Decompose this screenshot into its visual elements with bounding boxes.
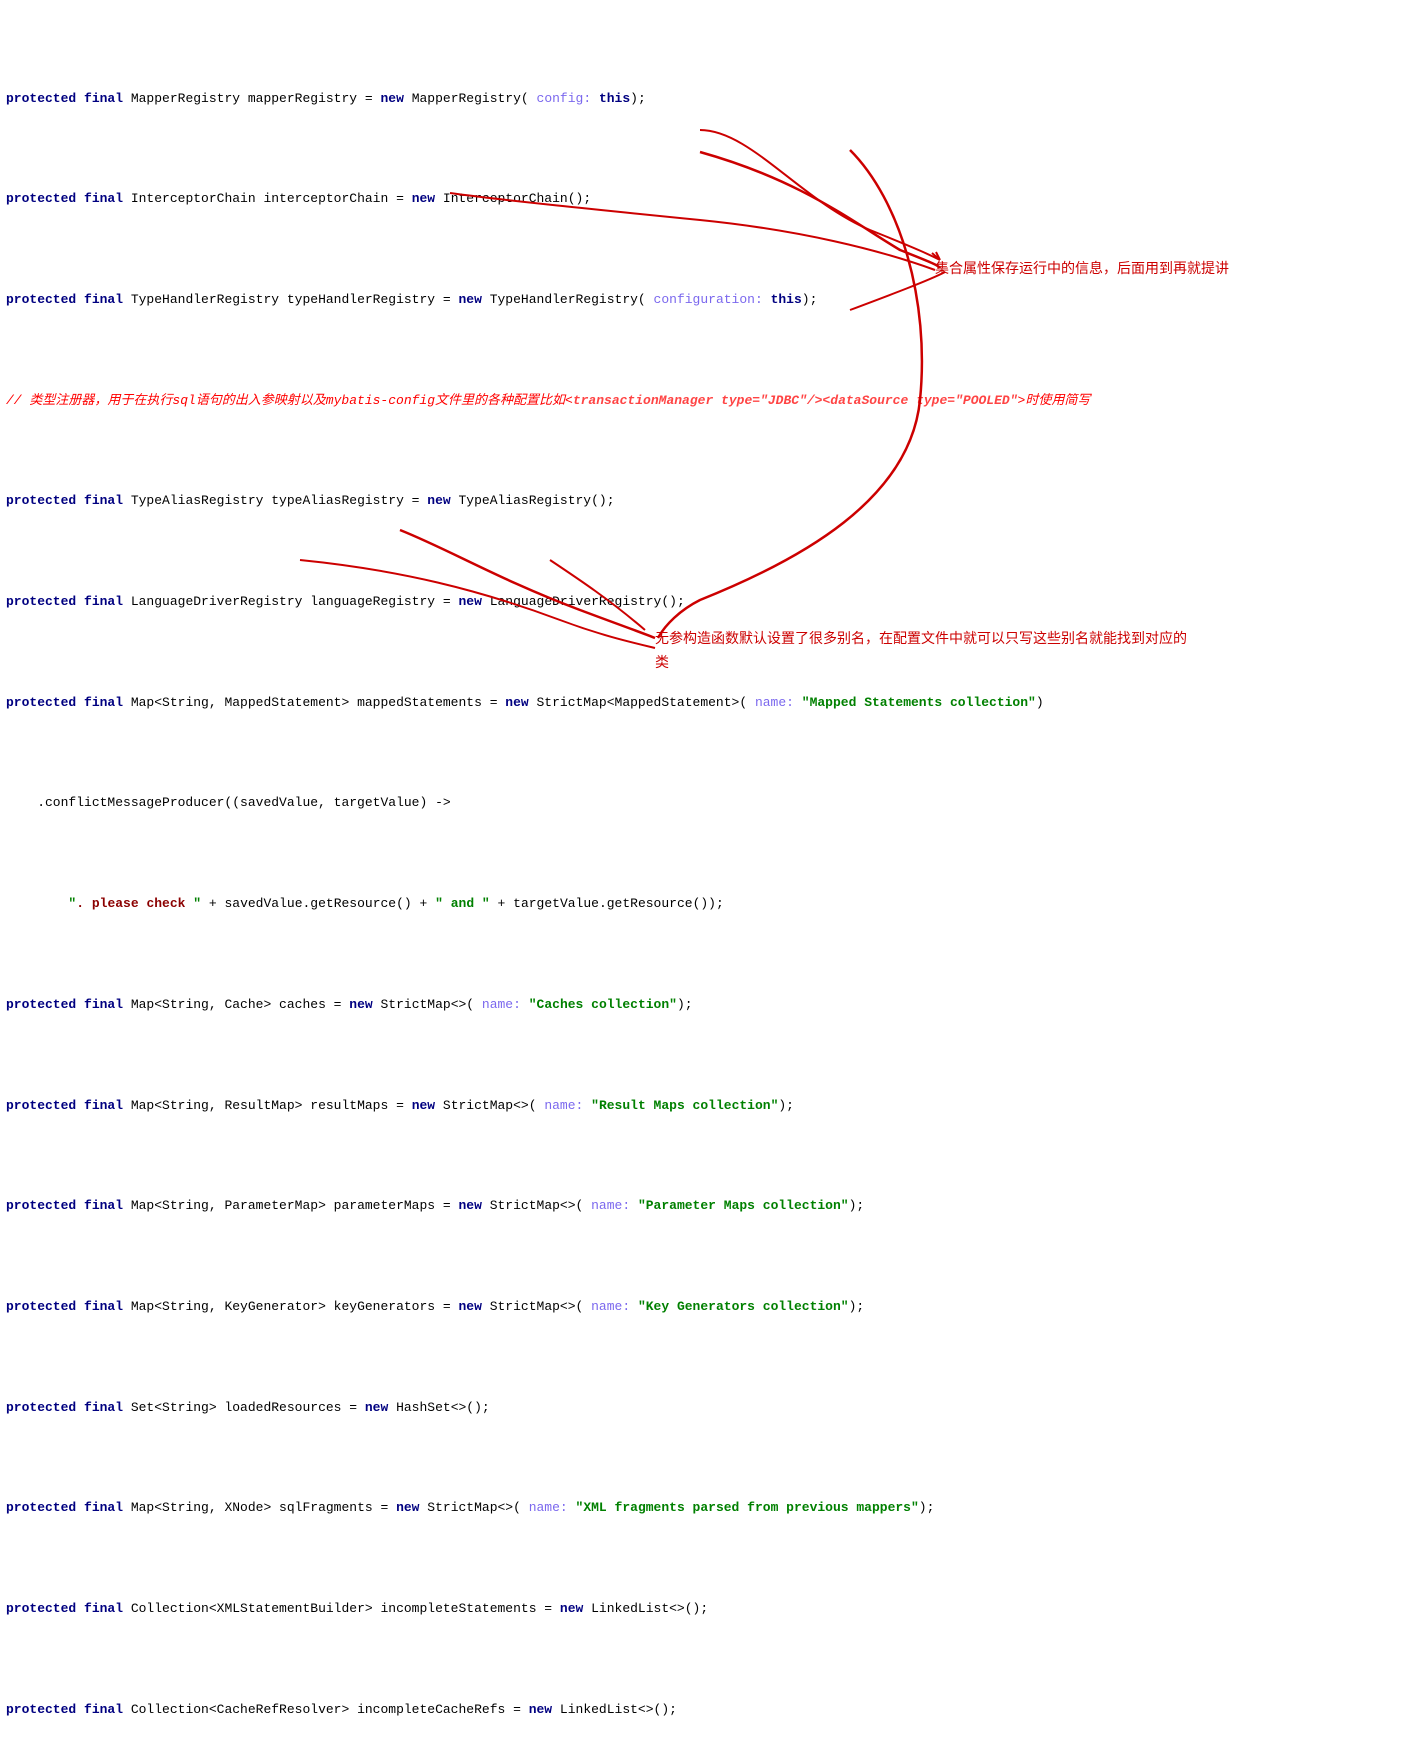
code-line-3: protected final TypeHandlerRegistry type… (4, 290, 1404, 310)
annotation-collections: 集合属性保存运行中的信息，后面用到再就提讲 (935, 258, 1229, 280)
code-line-17: protected final Collection<CacheRefResol… (4, 1700, 1404, 1720)
annotation-no-arg-constructor: 无参构造函数默认设置了很多别名，在配置文件中就可以只写这些别名就能找到对应的 (655, 628, 1187, 650)
code-line-1: protected final MapperRegistry mapperReg… (4, 89, 1404, 109)
annotation-no-arg-constructor-2: 类 (655, 652, 669, 674)
code-line-15: protected final Map<String, XNode> sqlFr… (4, 1498, 1404, 1518)
code-line-5: protected final TypeAliasRegistry typeAl… (4, 491, 1404, 511)
code-container: protected final MapperRegistry mapperReg… (0, 0, 1404, 1738)
code-line-9: ". please check " + savedValue.getResour… (4, 894, 1404, 914)
code-line-8: .conflictMessageProducer((savedValue, ta… (4, 793, 1404, 813)
code-line-7: protected final Map<String, MappedStatem… (4, 693, 1404, 713)
code-line-16: protected final Collection<XMLStatementB… (4, 1599, 1404, 1619)
code-line-12: protected final Map<String, ParameterMap… (4, 1196, 1404, 1216)
annotation-arrows (0, 0, 1404, 1738)
code-line-14: protected final Set<String> loadedResour… (4, 1398, 1404, 1418)
code-line-2: protected final InterceptorChain interce… (4, 189, 1404, 209)
code-line-11: protected final Map<String, ResultMap> r… (4, 1096, 1404, 1116)
code-line-comment: // 类型注册器，用于在执行sql语句的出入参映射以及mybatis-confi… (4, 391, 1404, 411)
code-line-10: protected final Map<String, Cache> cache… (4, 995, 1404, 1015)
code-line-6: protected final LanguageDriverRegistry l… (4, 592, 1404, 612)
code-line-13: protected final Map<String, KeyGenerator… (4, 1297, 1404, 1317)
